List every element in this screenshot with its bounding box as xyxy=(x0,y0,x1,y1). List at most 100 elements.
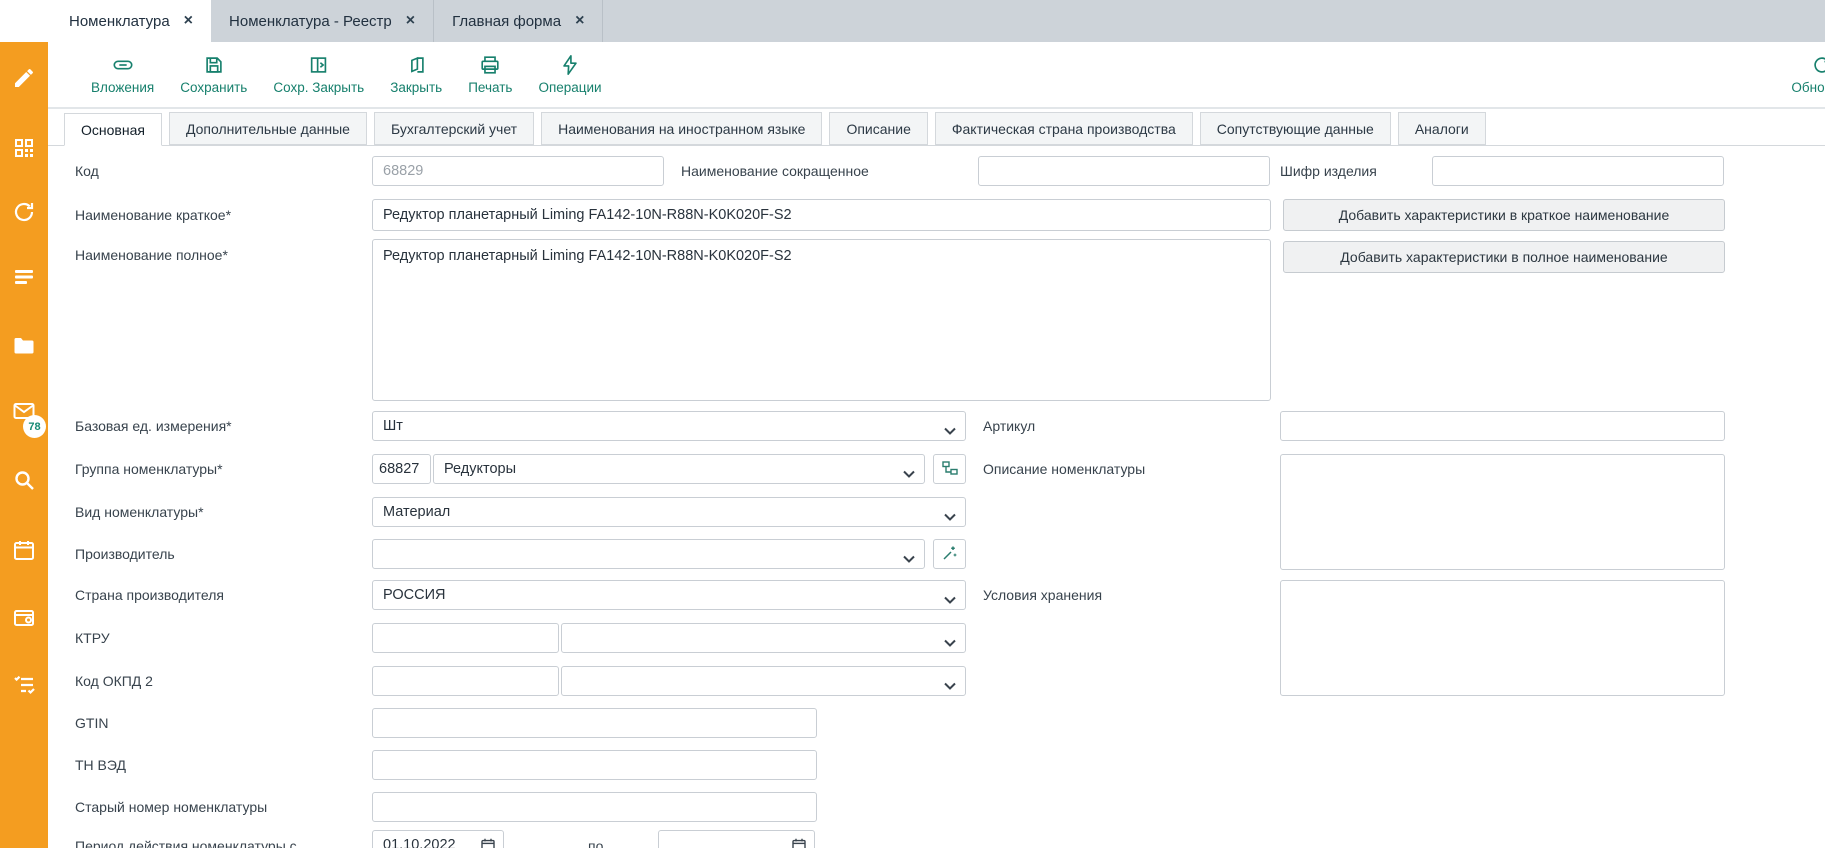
base-unit-label: Базовая ед. измерения* xyxy=(75,418,232,434)
tasks-checklist-icon[interactable] xyxy=(12,673,36,697)
operations-button[interactable]: Операции xyxy=(525,54,614,95)
tab-main[interactable]: Основная xyxy=(64,113,162,146)
validity-to-date[interactable] xyxy=(658,830,815,848)
okpd2-code-input[interactable] xyxy=(372,666,559,696)
tree-hierarchy-icon xyxy=(942,460,958,479)
folder-icon[interactable] xyxy=(12,334,36,358)
product-cipher-input[interactable] xyxy=(1432,156,1724,186)
form-area: Код Наименование сокращенное Шифр издели… xyxy=(48,146,1825,848)
nomenclature-description-label: Описание номенклатуры xyxy=(983,461,1145,477)
manufacturer-wizard-button[interactable] xyxy=(933,539,966,569)
old-number-label: Старый номер номенклатуры xyxy=(75,799,267,815)
validity-to-label: по xyxy=(588,838,603,848)
close-tab-icon[interactable]: × xyxy=(575,13,584,29)
okpd2-label: Код ОКПД 2 xyxy=(75,673,153,689)
toolbar-label: Обновить xyxy=(1791,80,1825,95)
storage-conditions-textarea[interactable] xyxy=(1280,580,1725,696)
nomenclature-description-textarea[interactable] xyxy=(1280,454,1725,570)
okpd2-select[interactable] xyxy=(561,666,966,696)
calendar-nav-icon[interactable] xyxy=(12,538,36,562)
ktru-code-input[interactable] xyxy=(372,623,559,653)
exit-door-icon xyxy=(405,54,427,76)
ktru-label: КТРУ xyxy=(75,630,110,646)
form-tab-bar: Основная Дополнительные данные Бухгалтер… xyxy=(48,108,1825,146)
calendar-icon[interactable] xyxy=(792,838,806,848)
add-characteristics-full-button[interactable]: Добавить характеристики в полное наимено… xyxy=(1283,241,1725,273)
article-input[interactable] xyxy=(1280,411,1725,441)
save-button[interactable]: Сохранить xyxy=(167,54,260,95)
country-value: РОССИЯ xyxy=(383,587,445,603)
group-code-input[interactable] xyxy=(372,454,431,484)
gtin-input[interactable] xyxy=(372,708,817,738)
attachment-icon xyxy=(112,54,134,76)
toolbar-label: Печать xyxy=(468,80,512,95)
kind-value: Материал xyxy=(383,504,450,520)
country-label: Страна производителя xyxy=(75,587,224,603)
tab-accounting[interactable]: Бухгалтерский учет xyxy=(374,112,534,145)
validity-from-date[interactable]: 01.10.2022 xyxy=(372,830,504,848)
validity-period-label: Период действия номенклатуры с xyxy=(75,838,297,848)
toolbar: Вложения Сохранить Сохр. Закрыть Закрыть… xyxy=(48,42,1825,108)
tab-analogs[interactable]: Аналоги xyxy=(1398,112,1486,145)
window-tab-main-form[interactable]: Главная форма × xyxy=(434,0,603,42)
mail-unread-badge[interactable]: 78 xyxy=(23,415,46,438)
sidebar: 78 xyxy=(0,42,48,848)
sync-icon[interactable] xyxy=(12,200,36,224)
full-name-textarea[interactable]: Редуктор планетарный Liming FA142-10N-R8… xyxy=(372,239,1271,401)
group-value: Редукторы xyxy=(444,461,516,477)
kind-select[interactable]: Материал xyxy=(372,497,966,527)
manufacturer-select[interactable] xyxy=(372,539,925,569)
code-label: Код xyxy=(75,163,99,179)
edit-pencil-icon[interactable] xyxy=(12,66,36,90)
tab-related-data[interactable]: Сопутствующие данные xyxy=(1200,112,1391,145)
qr-code-icon[interactable] xyxy=(12,136,36,160)
full-name-label: Наименование полное* xyxy=(75,247,228,263)
gtin-label: GTIN xyxy=(75,715,108,731)
window-tab-nomenclature[interactable]: Номенклатура × xyxy=(51,0,211,42)
close-tab-icon[interactable]: × xyxy=(184,13,193,29)
tab-description[interactable]: Описание xyxy=(829,112,927,145)
add-characteristics-brief-button[interactable]: Добавить характеристики в краткое наимен… xyxy=(1283,199,1725,231)
print-queue-icon[interactable] xyxy=(12,265,36,289)
window-tab-bar: Номенклатура × Номенклатура - Реестр × Г… xyxy=(0,0,1825,42)
country-select[interactable]: РОССИЯ xyxy=(372,580,966,610)
chevron-down-icon xyxy=(903,551,915,567)
group-select[interactable]: Редукторы xyxy=(433,454,925,484)
window-tab-label: Номенклатура - Реестр xyxy=(229,13,392,30)
tab-actual-country[interactable]: Фактическая страна производства xyxy=(935,112,1193,145)
window-tab-label: Номенклатура xyxy=(69,13,170,30)
calendar-icon[interactable] xyxy=(481,838,495,848)
toolbar-label: Операции xyxy=(538,80,601,95)
chevron-down-icon xyxy=(944,423,956,439)
storage-conditions-label: Условия хранения xyxy=(983,587,1102,603)
group-tree-button[interactable] xyxy=(933,454,966,484)
tabbar-corner xyxy=(0,0,51,42)
app-window: Номенклатура × Номенклатура - Реестр × Г… xyxy=(0,0,1825,848)
group-label: Группа номенклатуры* xyxy=(75,461,223,477)
print-button[interactable]: Печать xyxy=(455,54,525,95)
tab-additional-data[interactable]: Дополнительные данные xyxy=(169,112,367,145)
tab-foreign-names[interactable]: Наименования на иностранном языке xyxy=(541,112,822,145)
inventory-box-icon[interactable] xyxy=(12,605,36,629)
refresh-button[interactable]: Обновить xyxy=(1767,54,1825,95)
attachments-button[interactable]: Вложения xyxy=(78,54,167,95)
short-name-input[interactable] xyxy=(978,156,1270,186)
chevron-down-icon xyxy=(944,509,956,525)
search-icon[interactable] xyxy=(12,468,36,492)
save-close-button[interactable]: Сохр. Закрыть xyxy=(260,54,377,95)
old-number-input[interactable] xyxy=(372,792,817,822)
brief-name-input[interactable] xyxy=(372,199,1271,231)
base-unit-select[interactable]: Шт xyxy=(372,411,966,441)
close-tab-icon[interactable]: × xyxy=(406,13,415,29)
base-unit-value: Шт xyxy=(383,418,403,434)
close-button[interactable]: Закрыть xyxy=(377,54,455,95)
save-icon xyxy=(203,54,225,76)
ktru-select[interactable] xyxy=(561,623,966,653)
tnved-label: ТН ВЭД xyxy=(75,757,126,773)
article-label: Артикул xyxy=(983,418,1035,434)
product-cipher-label: Шифр изделия xyxy=(1280,163,1377,179)
window-tab-nomenclature-registry[interactable]: Номенклатура - Реестр × xyxy=(211,0,434,42)
validity-from-value: 01.10.2022 xyxy=(383,837,456,848)
tnved-input[interactable] xyxy=(372,750,817,780)
window-tab-label: Главная форма xyxy=(452,13,561,30)
